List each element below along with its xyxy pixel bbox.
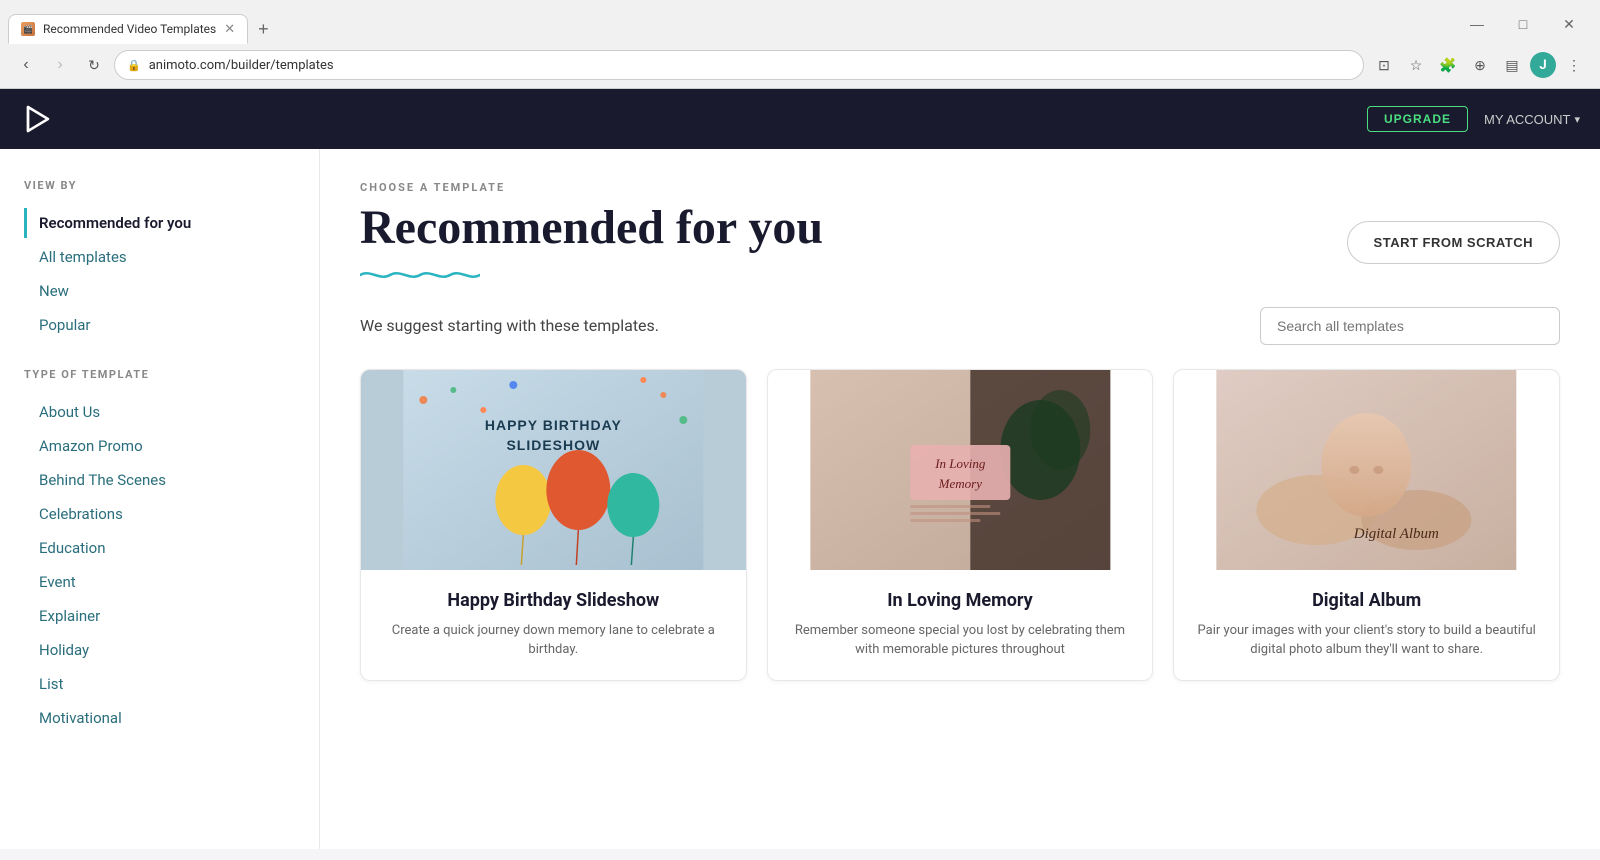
- lock-icon: 🔒: [127, 59, 141, 72]
- new-tab-button[interactable]: +: [248, 15, 279, 44]
- view-by-label: VIEW BY: [24, 179, 295, 192]
- svg-text:SLIDESHOW: SLIDESHOW: [506, 437, 600, 453]
- card-title-birthday: Happy Birthday Slideshow: [381, 590, 726, 611]
- sidebar-item-event[interactable]: Event: [24, 567, 295, 597]
- tab-title: Recommended Video Templates: [43, 22, 216, 36]
- page-title: Recommended for you: [360, 202, 823, 255]
- profile-icon[interactable]: ⊕: [1466, 51, 1494, 79]
- menu-icon[interactable]: ⋮: [1560, 51, 1588, 79]
- browser-tab[interactable]: 🎬 Recommended Video Templates ✕: [8, 14, 248, 44]
- sidebar-item-behind-scenes[interactable]: Behind The Scenes: [24, 465, 295, 495]
- browser-titlebar: 🎬 Recommended Video Templates ✕ + — □ ✕: [0, 0, 1600, 44]
- wavy-decoration: [360, 267, 823, 287]
- header-row: CHOOSE A TEMPLATE Recommended for you ST…: [360, 181, 1560, 307]
- bookmark-icon[interactable]: ☆: [1402, 51, 1430, 79]
- sidebar-item-all[interactable]: All templates: [24, 242, 295, 272]
- sidebar-item-new[interactable]: New: [24, 276, 295, 306]
- tab-favicon: 🎬: [21, 22, 35, 36]
- start-from-scratch-button[interactable]: START FROM SCRATCH: [1347, 221, 1560, 264]
- card-image-memory: In Loving Memory: [768, 370, 1153, 570]
- template-card-birthday[interactable]: HAPPY BIRTHDAY SLIDESHOW Happy Birthday …: [360, 369, 747, 681]
- my-account-button[interactable]: MY ACCOUNT ▾: [1484, 112, 1580, 127]
- card-title-memory: In Loving Memory: [788, 590, 1133, 611]
- app-header: UPGRADE MY ACCOUNT ▾: [0, 89, 1600, 149]
- extensions-icon[interactable]: 🧩: [1434, 51, 1462, 79]
- sidebar-item-education[interactable]: Education: [24, 533, 295, 563]
- forward-button[interactable]: ›: [46, 51, 74, 79]
- reload-button[interactable]: ↻: [80, 51, 108, 79]
- template-card-album[interactable]: Digital Album Digital Album Pair your im…: [1173, 369, 1560, 681]
- sidebar-item-motivational[interactable]: Motivational: [24, 703, 295, 733]
- memory-illustration: In Loving Memory: [768, 370, 1153, 570]
- album-illustration: Digital Album: [1174, 370, 1559, 570]
- browser-controls: ‹ › ↻ 🔒 animoto.com/builder/templates ⊡ …: [0, 44, 1600, 88]
- cast-icon[interactable]: ⊡: [1370, 51, 1398, 79]
- sidebar-view-nav: Recommended for you All templates New Po…: [24, 208, 295, 340]
- card-body-album: Digital Album Pair your images with your…: [1174, 570, 1559, 680]
- sidebar-item-celebrations[interactable]: Celebrations: [24, 499, 295, 529]
- card-image-album: Digital Album: [1174, 370, 1559, 570]
- sidebar-item-recommended[interactable]: Recommended for you: [24, 208, 295, 238]
- svg-text:HAPPY BIRTHDAY: HAPPY BIRTHDAY: [485, 417, 622, 433]
- address-bar[interactable]: 🔒 animoto.com/builder/templates: [114, 50, 1364, 80]
- card-image-birthday: HAPPY BIRTHDAY SLIDESHOW: [361, 370, 746, 570]
- sidebar: VIEW BY Recommended for you All template…: [0, 149, 320, 849]
- template-card-memory[interactable]: In Loving Memory In Loving Memory Rememb…: [767, 369, 1154, 681]
- page-subtitle: We suggest starting with these templates…: [360, 316, 659, 335]
- sidebar-item-explainer[interactable]: Explainer: [24, 601, 295, 631]
- templates-grid: HAPPY BIRTHDAY SLIDESHOW Happy Birthday …: [360, 369, 1560, 681]
- search-input[interactable]: [1260, 307, 1560, 345]
- header-right: UPGRADE MY ACCOUNT ▾: [1367, 106, 1580, 132]
- chevron-down-icon: ▾: [1574, 113, 1580, 126]
- upgrade-button[interactable]: UPGRADE: [1367, 106, 1468, 132]
- avatar[interactable]: J: [1530, 52, 1556, 78]
- close-button[interactable]: ✕: [1546, 8, 1592, 40]
- card-desc-album: Pair your images with your client's stor…: [1194, 621, 1539, 660]
- browser-chrome: 🎬 Recommended Video Templates ✕ + — □ ✕ …: [0, 0, 1600, 89]
- app-logo[interactable]: [20, 101, 56, 137]
- svg-text:In Loving: In Loving: [934, 456, 986, 471]
- window-controls: — □ ✕: [1454, 8, 1592, 44]
- minimize-button[interactable]: —: [1454, 8, 1500, 40]
- sidebar-item-holiday[interactable]: Holiday: [24, 635, 295, 665]
- address-url: animoto.com/builder/templates: [149, 58, 1351, 73]
- card-desc-memory: Remember someone special you lost by cel…: [788, 621, 1133, 660]
- account-label: MY ACCOUNT: [1484, 112, 1570, 127]
- svg-text:Memory: Memory: [937, 476, 982, 491]
- birthday-illustration: HAPPY BIRTHDAY SLIDESHOW: [361, 370, 746, 570]
- main-content: CHOOSE A TEMPLATE Recommended for you ST…: [320, 149, 1600, 849]
- sidebar-item-about-us[interactable]: About Us: [24, 397, 295, 427]
- svg-text:Digital Album: Digital Album: [1353, 526, 1439, 542]
- wavy-line-icon: [360, 267, 480, 283]
- sidebar-item-list[interactable]: List: [24, 669, 295, 699]
- sidebar-item-amazon-promo[interactable]: Amazon Promo: [24, 431, 295, 461]
- sidebar-type-nav: About Us Amazon Promo Behind The Scenes …: [24, 397, 295, 733]
- tab-close-icon[interactable]: ✕: [224, 23, 235, 36]
- card-body-memory: In Loving Memory Remember someone specia…: [768, 570, 1153, 680]
- subtitle-search-row: We suggest starting with these templates…: [360, 307, 1560, 345]
- sidebar-item-popular[interactable]: Popular: [24, 310, 295, 340]
- maximize-button[interactable]: □: [1500, 8, 1546, 40]
- choose-label: CHOOSE A TEMPLATE: [360, 181, 823, 194]
- card-title-album: Digital Album: [1194, 590, 1539, 611]
- type-label: TYPE OF TEMPLATE: [24, 368, 295, 381]
- card-desc-birthday: Create a quick journey down memory lane …: [381, 621, 726, 660]
- card-body-birthday: Happy Birthday Slideshow Create a quick …: [361, 570, 746, 680]
- app-body: VIEW BY Recommended for you All template…: [0, 149, 1600, 849]
- title-area: CHOOSE A TEMPLATE Recommended for you: [360, 181, 823, 307]
- logo-icon: [20, 101, 56, 137]
- browser-right-icons: ⊡ ☆ 🧩 ⊕ ▤ J ⋮: [1370, 51, 1588, 79]
- back-button[interactable]: ‹: [12, 51, 40, 79]
- sidebar-icon[interactable]: ▤: [1498, 51, 1526, 79]
